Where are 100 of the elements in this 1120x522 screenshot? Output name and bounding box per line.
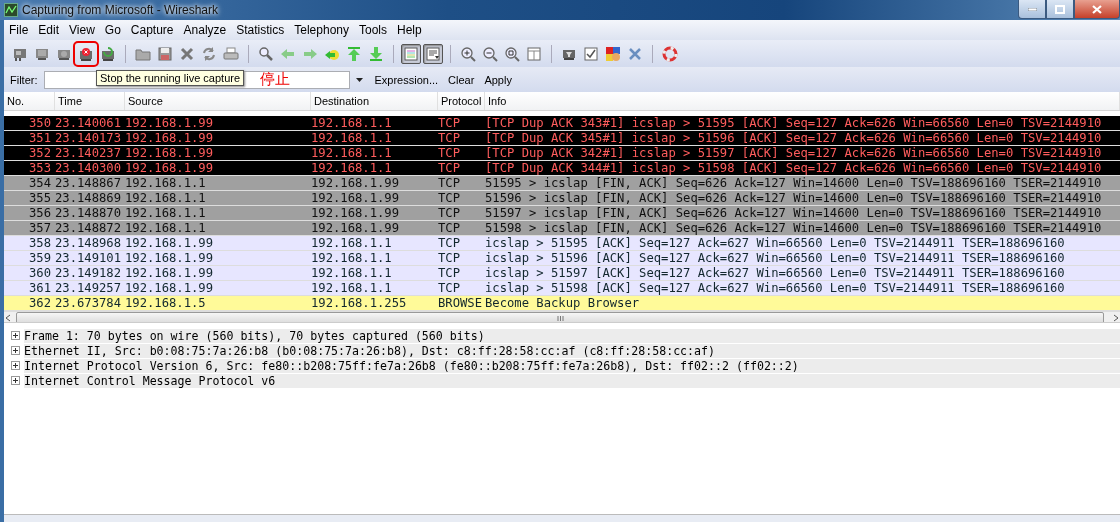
detail-row[interactable]: Internet Control Message Protocol v6: [24, 373, 1120, 388]
table-cell-text: TCP: [438, 266, 461, 280]
menu-item[interactable]: Analyze: [178, 23, 232, 37]
table-cell-text: 357: [28, 221, 52, 235]
table-cell-text: TCP: [438, 161, 461, 175]
toolbar-button[interactable]: [76, 43, 96, 64]
table-cell-text: 192.168.1.5: [125, 296, 207, 310]
table-cell-text: [TCP Dup ACK 342#1] icslap > 51597 [ACK] Seq=127 Ack=626 Win=66560 Len=0 TSV=2144910: [485, 146, 1103, 160]
table-cell-text: TCP: [438, 116, 461, 130]
down-arrow-icon: [368, 45, 384, 62]
table-cell-text: 192.168.1.1: [311, 146, 393, 160]
detail-row[interactable]: Ethernet II, Src: b0:08:75:7a:26:b8 (b0:08:75:7a:26:b8), Dst: c8:ff:28:58:cc:af (c8:ff:28:58:cc:af): [24, 343, 1120, 358]
table-cell-text: 192.168.1.1: [311, 131, 393, 145]
packet-row[interactable]: 354 23.148867 192.168.1.1 192.168.1.99 TCP 51595 > icslap [FIN, ACK] Seq=626 Ack=127 Win=14600 Len=0 TSV=188696160 TSER=2144910: [4, 176, 1120, 191]
filter-button[interactable]: Apply: [480, 73, 516, 86]
table-cell-text: 23.148870: [55, 206, 123, 220]
print-icon: [223, 45, 239, 62]
packet-row[interactable]: 353 23.140300 192.168.1.99 192.168.1.1 TCP [TCP Dup ACK 344#1] icslap > 51598 [ACK] Seq=127 Ack=626 Win=66560 Len=0 TSV=2144910: [4, 161, 1120, 176]
table-cell-text: 23.148872: [55, 221, 123, 235]
filter-button[interactable]: Clear: [444, 73, 479, 86]
expand-icon[interactable]: [11, 346, 20, 355]
caret-icon[interactable]: [355, 77, 363, 82]
toolbar-button[interactable]: [423, 43, 443, 64]
filter-button[interactable]: Expression...: [370, 73, 443, 86]
menu-item[interactable]: Help: [392, 23, 427, 37]
maximize-button[interactable]: [1046, 0, 1074, 19]
zoom-reset-icon: [504, 45, 520, 62]
column-header[interactable]: Info: [485, 92, 1120, 110]
up-arrow-icon: [346, 45, 362, 62]
close-button[interactable]: [1074, 0, 1120, 19]
close-icon: [179, 45, 195, 62]
menu-item[interactable]: View: [64, 23, 100, 37]
table-cell-text: 192.168.1.99: [125, 161, 215, 175]
list-icon: [425, 45, 441, 62]
packet-row[interactable]: 359 23.149101 192.168.1.99 192.168.1.1 TCP icslap > 51596 [ACK] Seq=127 Ack=627 Win=66560 Len=0 TSV=2144911 TSER=188696160: [4, 251, 1120, 266]
column-header[interactable]: No.: [4, 92, 55, 110]
menu-item[interactable]: Tools: [354, 23, 392, 37]
expand-icon[interactable]: [11, 361, 20, 370]
menu-item[interactable]: File: [4, 23, 34, 37]
column-header[interactable]: Time: [55, 92, 125, 110]
table-cell-text: 192.168.1.99: [311, 206, 401, 220]
table-cell-text: 192.168.1.99: [125, 251, 215, 265]
packet-row[interactable]: 355 23.148869 192.168.1.1 192.168.1.99 TCP 51596 > icslap [FIN, ACK] Seq=626 Ack=127 Win=14600 Len=0 TSV=188696160 TSER=2144910: [4, 191, 1120, 206]
menu-item[interactable]: Telephony: [289, 23, 354, 37]
expand-icon[interactable]: [11, 331, 20, 340]
toolbar-button[interactable]: [401, 43, 421, 64]
packet-row[interactable]: 358 23.148968 192.168.1.99 192.168.1.1 TCP icslap > 51595 [ACK] Seq=127 Ack=627 Win=66560 Len=0 TSV=2144911 TSER=188696160: [4, 236, 1120, 251]
table-cell-text: 23.149257: [55, 281, 123, 295]
table-cell-text: 192.168.1.1: [311, 161, 393, 175]
table-cell-text: 360: [28, 266, 52, 280]
table-cell-text: 23.140061: [55, 116, 123, 130]
packet-row[interactable]: 352 23.140237 192.168.1.99 192.168.1.1 TCP [TCP Dup ACK 342#1] icslap > 51597 [ACK] Seq=127 Ack=626 Win=66560 Len=0 TSV=2144910: [4, 146, 1120, 161]
packet-row[interactable]: 357 23.148872 192.168.1.1 192.168.1.99 TCP 51598 > icslap [FIN, ACK] Seq=626 Ack=127 Win=14600 Len=0 TSV=188696160 TSER=2144910: [4, 221, 1120, 236]
table-cell-text: TCP: [438, 221, 461, 235]
menu-item[interactable]: Capture: [125, 23, 179, 37]
table-cell-text: 51596 > icslap [FIN, ACK] Seq=626 Ack=127 Win=14600 Len=0 TSV=188696160 TSER=2144910: [485, 191, 1103, 205]
color-palette-icon: [605, 45, 621, 62]
grip-icon: [556, 315, 564, 321]
table-cell-text: [TCP Dup ACK 343#1] icslap > 51595 [ACK] Seq=127 Ack=626 Win=66560 Len=0 TSV=2144910: [485, 116, 1103, 130]
maximize-icon: [1055, 4, 1065, 14]
table-cell-text: 350: [28, 116, 52, 130]
table-cell-text: 361: [28, 281, 52, 295]
menu-item[interactable]: Edit: [33, 23, 65, 37]
table-cell-text: 192.168.1.99: [125, 131, 215, 145]
table-cell-text: icslap > 51597 [ACK] Seq=127 Ack=627 Win=66560 Len=0 TSV=2144911 TSER=188696160: [485, 266, 1066, 280]
table-cell-text: 355: [28, 191, 52, 205]
packet-row[interactable]: 356 23.148870 192.168.1.1 192.168.1.99 TCP 51597 > icslap [FIN, ACK] Seq=626 Ack=127 Win=14600 Len=0 TSV=188696160 TSER=2144910: [4, 206, 1120, 221]
table-cell-text: 192.168.1.1: [311, 281, 393, 295]
tools-icon: [627, 45, 643, 62]
table-cell-text: 359: [28, 251, 52, 265]
packet-row[interactable]: 362 23.673784 192.168.1.5 192.168.1.255 BROWSE Become Backup Browser: [4, 296, 1120, 311]
lifebuoy-icon: [662, 45, 678, 62]
column-header[interactable]: Destination: [311, 92, 438, 110]
table-cell-text: [TCP Dup ACK 344#1] icslap > 51598 [ACK] Seq=127 Ack=626 Win=66560 Len=0 TSV=2144910: [485, 161, 1103, 175]
table-cell-text: TCP: [438, 251, 461, 265]
expand-icon[interactable]: [11, 376, 20, 385]
menu-item[interactable]: Go: [99, 23, 126, 37]
table-cell-text: Become Backup Browser: [485, 296, 641, 310]
detail-row[interactable]: Frame 1: 70 bytes on wire (560 bits), 70 bytes captured (560 bits): [24, 328, 1120, 343]
menu-item[interactable]: Statistics: [231, 23, 290, 37]
table-cell-text: 351: [28, 131, 52, 145]
table-cell-text: 192.168.1.99: [125, 116, 215, 130]
table-cell-text: 51595 > icslap [FIN, ACK] Seq=626 Ack=127 Win=14600 Len=0 TSV=188696160 TSER=2144910: [485, 176, 1103, 190]
stop-icon: [78, 45, 94, 62]
detail-row[interactable]: Internet Protocol Version 6, Src: fe80::b208:75ff:fe7a:26b8 (fe80::b208:75ff:fe7a:26b8), Dst: ff02::2 (ff02::2): [24, 358, 1120, 373]
zoom-in-icon: [460, 45, 476, 62]
tooltip: Stop the running live capture: [96, 70, 245, 86]
table-cell-text: 23.673784: [55, 296, 123, 310]
packet-row[interactable]: 351 23.140173 192.168.1.99 192.168.1.1 TCP [TCP Dup ACK 345#1] icslap > 51596 [ACK] Seq=127 Ack=626 Win=66560 Len=0 TSV=2144910: [4, 131, 1120, 146]
save-icon: [157, 45, 173, 62]
window-title: Capturing from Microsoft - Wireshark: [22, 3, 219, 17]
column-header[interactable]: Protocol: [438, 92, 485, 110]
column-header[interactable]: Source: [125, 92, 311, 110]
close-icon: [1092, 4, 1102, 14]
table-cell-text: 51597 > icslap [FIN, ACK] Seq=626 Ack=127 Win=14600 Len=0 TSV=188696160 TSER=2144910: [485, 206, 1103, 220]
packet-row[interactable]: 360 23.149182 192.168.1.99 192.168.1.1 TCP icslap > 51597 [ACK] Seq=127 Ack=627 Win=66560 Len=0 TSV=2144911 TSER=188696160: [4, 266, 1120, 281]
minimize-button[interactable]: [1018, 0, 1046, 19]
table-cell-text: 192.168.1.99: [125, 266, 215, 280]
packet-row[interactable]: 350 23.140061 192.168.1.99 192.168.1.1 TCP [TCP Dup ACK 343#1] icslap > 51595 [ACK] Seq=127 Ack=626 Win=66560 Len=0 TSV=2144910: [4, 116, 1120, 131]
packet-row[interactable]: 361 23.149257 192.168.1.99 192.168.1.1 TCP icslap > 51598 [ACK] Seq=127 Ack=627 Win=66560 Len=0 TSV=2144911 TSER=188696160: [4, 281, 1120, 296]
